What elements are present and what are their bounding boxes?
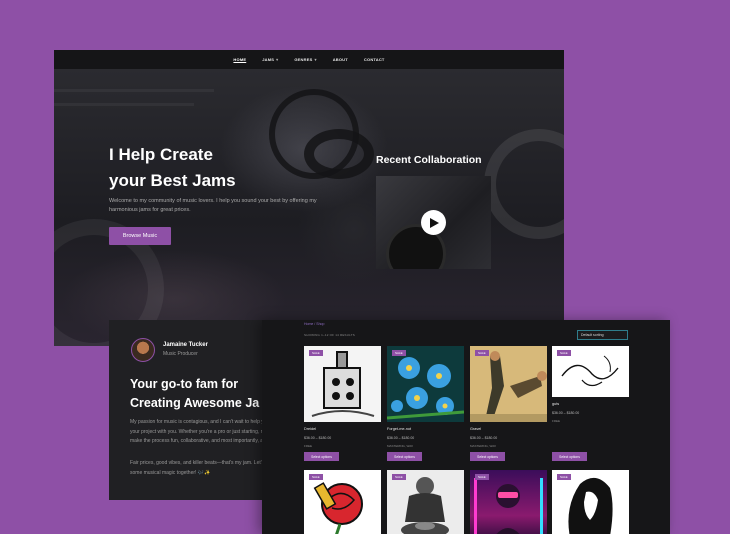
collaboration-video[interactable] xyxy=(376,176,491,269)
product-image-portrait[interactable]: SALE xyxy=(552,470,629,534)
producer-role: Music Producer xyxy=(163,351,198,357)
chevron-down-icon: ▾ xyxy=(314,57,317,62)
product-image-gravel[interactable]: SALE xyxy=(470,346,547,422)
breadcrumb[interactable]: Home / Shop xyxy=(304,322,324,326)
profile-heading: Your go-to fam for Creating Awesome Ja xyxy=(130,377,260,410)
product-price: $36.00 – $180.00 xyxy=(387,436,415,440)
sale-badge: SALE xyxy=(392,350,406,356)
select-options-button[interactable]: Select options xyxy=(552,452,587,461)
collaboration-title: Recent Collaboration xyxy=(376,154,482,166)
shop-window: Home / Shop SHOWING 1–12 OF 14 RESULTS D… xyxy=(262,320,670,534)
nav-about[interactable]: ABOUT xyxy=(333,57,348,62)
hero-description: Welcome to my community of music lovers.… xyxy=(109,198,317,213)
mixer-image xyxy=(54,89,214,92)
nav-genres-label: GENRES xyxy=(294,57,313,62)
sale-badge: SALE xyxy=(309,350,323,356)
sale-badge: SALE xyxy=(309,474,323,480)
nav-home[interactable]: HOME xyxy=(233,57,246,62)
product-price: $36.00 – $180.00 xyxy=(304,436,332,440)
nav-genres[interactable]: GENRES ▾ xyxy=(294,57,316,62)
producer-name: Jamaine Tucker xyxy=(163,342,208,348)
select-options-button[interactable]: Select options xyxy=(387,452,422,461)
sort-select-value: Default sorting xyxy=(581,333,604,337)
producer-profile-card: Jamaine Tucker Music Producer Your go-to… xyxy=(109,320,279,500)
turntable-image xyxy=(484,129,564,239)
play-icon[interactable] xyxy=(421,210,446,235)
browse-music-button[interactable]: Browse Music xyxy=(109,227,171,245)
product-license: MASTERING, WAV xyxy=(387,444,414,448)
hero-section: I Help Create your Best Jams Welcome to … xyxy=(54,69,564,346)
product-image-guts[interactable]: SALE xyxy=(552,346,629,397)
chevron-down-icon: ▾ xyxy=(276,57,279,62)
nav-about-label: ABOUT xyxy=(332,57,348,62)
product-price: $36.00 – $180.00 xyxy=(470,436,498,440)
product-title[interactable]: Forget-me-not xyxy=(387,427,411,431)
product-image-dreidel[interactable]: SALE xyxy=(304,346,381,422)
avatar xyxy=(131,338,155,362)
product-title[interactable]: guts xyxy=(552,402,559,406)
select-options-button[interactable]: Select options xyxy=(304,452,339,461)
sale-badge: SALE xyxy=(557,350,571,356)
nav-jams-label: JAMS xyxy=(262,57,275,62)
product-image-neon[interactable]: SALE xyxy=(470,470,547,534)
sort-select[interactable]: Default sorting xyxy=(577,330,628,340)
product-license: FREE xyxy=(552,419,561,423)
nav-contact-label: CONTACT xyxy=(363,57,385,62)
product-title[interactable]: Gravel xyxy=(470,427,481,431)
sale-badge: SALE xyxy=(392,474,406,480)
product-license: MASTERING, WAV xyxy=(470,444,497,448)
product-title[interactable]: Dreidel xyxy=(304,427,316,431)
nav-jams[interactable]: JAMS ▾ xyxy=(262,57,278,62)
product-image-rose[interactable]: SALE xyxy=(304,470,381,534)
sale-badge: SALE xyxy=(475,474,489,480)
sale-badge: SALE xyxy=(557,474,571,480)
nav-contact[interactable]: CONTACT xyxy=(364,57,385,62)
product-image-potter[interactable]: SALE xyxy=(387,470,464,534)
hero-title: I Help Create your Best Jams xyxy=(109,145,236,190)
product-image-forget-me-not[interactable]: SALE xyxy=(387,346,464,422)
select-options-button[interactable]: Select options xyxy=(470,452,505,461)
profile-paragraph: Fair prices, good vibes, and killer beat… xyxy=(130,460,279,476)
top-navigation: HOME JAMS ▾ GENRES ▾ ABOUT CONTACT xyxy=(54,50,564,69)
mixer-image xyxy=(54,103,194,106)
profile-paragraph: My passion for music is contagious, and … xyxy=(130,419,279,444)
product-license: FREE xyxy=(304,444,313,448)
nav-home-label: HOME xyxy=(233,57,247,62)
result-count: SHOWING 1–12 OF 14 RESULTS xyxy=(304,333,355,337)
sale-badge: SALE xyxy=(475,350,489,356)
music-site-window: HOME JAMS ▾ GENRES ▾ ABOUT CONTACT I Help … xyxy=(54,50,564,346)
product-price: $36.00 – $180.00 xyxy=(552,411,580,415)
